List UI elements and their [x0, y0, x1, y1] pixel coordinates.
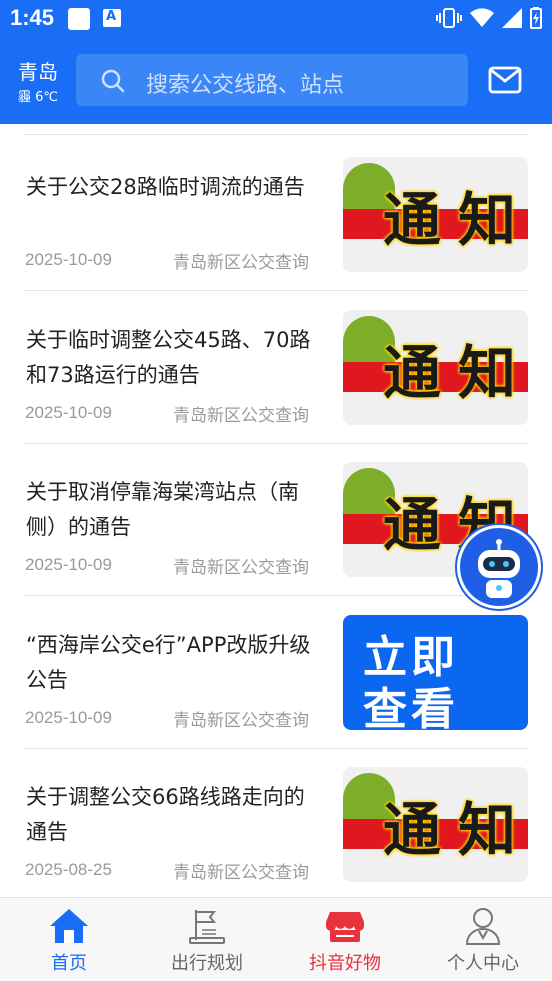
news-thumbnail: 立即 查看	[343, 615, 528, 730]
tab-douyin-goods[interactable]: 抖音好物	[276, 898, 414, 981]
search-placeholder: 搜索公交线路、站点	[146, 73, 345, 98]
news-title: “西海岸公交e行”APP改版升级公告	[26, 633, 311, 692]
news-item[interactable]: 关于调整公交66路线路走向的通告 2025-08-25 青岛新区公交查询 通 知	[0, 762, 552, 897]
tab-profile[interactable]: 个人中心	[414, 898, 552, 981]
assistant-robot-button[interactable]	[457, 525, 541, 609]
news-item[interactable]: 关于临时调整公交45路、70路和73路运行的通告 2025-10-09 青岛新区…	[0, 305, 552, 457]
news-date: 2025-10-09	[25, 250, 112, 269]
news-item[interactable]: “西海岸公交e行”APP改版升级公告 2025-10-09 青岛新区公交查询 立…	[0, 610, 552, 762]
news-list: 关于公交28路临时调流的通告 2025-10-09 青岛新区公交查询 通 知 关…	[0, 124, 552, 897]
news-date: 2025-10-09	[25, 555, 112, 574]
wifi-icon	[470, 8, 494, 27]
news-title: 关于调整公交66路线路走向的通告	[26, 785, 305, 844]
news-date: 2025-10-09	[25, 403, 112, 422]
news-title: 关于取消停靠海棠湾站点（南侧）的通告	[26, 480, 299, 539]
news-source: 青岛新区公交查询	[173, 711, 309, 731]
city-selector[interactable]: 青岛	[18, 56, 58, 85]
battery-icon	[530, 7, 542, 29]
divider	[24, 443, 528, 444]
app-notification-icon: A	[103, 9, 121, 27]
tab-trip-planning[interactable]: 出行规划	[138, 898, 276, 981]
news-thumbnail: 通 知	[343, 157, 528, 272]
news-title: 关于公交28路临时调流的通告	[26, 175, 305, 199]
news-item[interactable]: 关于公交28路临时调流的通告 2025-10-09 青岛新区公交查询 通 知	[0, 152, 552, 304]
news-source: 青岛新区公交查询	[173, 406, 309, 426]
news-source: 青岛新区公交查询	[173, 558, 309, 578]
divider	[24, 134, 528, 135]
user-icon	[465, 908, 501, 945]
weather-label: 霾 6℃	[18, 90, 59, 105]
home-icon	[50, 909, 88, 943]
divider	[24, 748, 528, 749]
news-date: 2025-10-09	[25, 708, 112, 727]
news-title: 关于临时调整公交45路、70路和73路运行的通告	[26, 328, 311, 387]
news-source: 青岛新区公交查询	[173, 863, 309, 883]
notification-icon	[68, 8, 90, 30]
route-plan-icon	[189, 910, 225, 944]
shop-icon	[326, 912, 364, 942]
mail-icon[interactable]	[488, 66, 522, 94]
divider	[24, 595, 528, 596]
news-thumbnail: 通 知	[343, 767, 528, 882]
news-source: 青岛新区公交查询	[173, 253, 309, 273]
bottom-tab-bar: 首页 出行规划 抖音好物 个人中心	[0, 897, 552, 981]
status-bar: 1:45 A	[0, 0, 552, 38]
news-date: 2025-08-25	[25, 860, 112, 879]
status-icons	[436, 7, 542, 29]
vibrate-icon	[436, 8, 462, 28]
status-time: 1:45	[10, 5, 55, 30]
search-icon	[101, 69, 125, 93]
app-header: 青岛 霾 6℃ 搜索公交线路、站点	[0, 38, 552, 124]
news-thumbnail: 通 知	[343, 310, 528, 425]
divider	[24, 290, 528, 291]
robot-icon	[478, 539, 520, 598]
search-bar[interactable]: 搜索公交线路、站点	[76, 54, 468, 106]
tab-home[interactable]: 首页	[0, 898, 138, 981]
signal-icon	[502, 8, 522, 28]
